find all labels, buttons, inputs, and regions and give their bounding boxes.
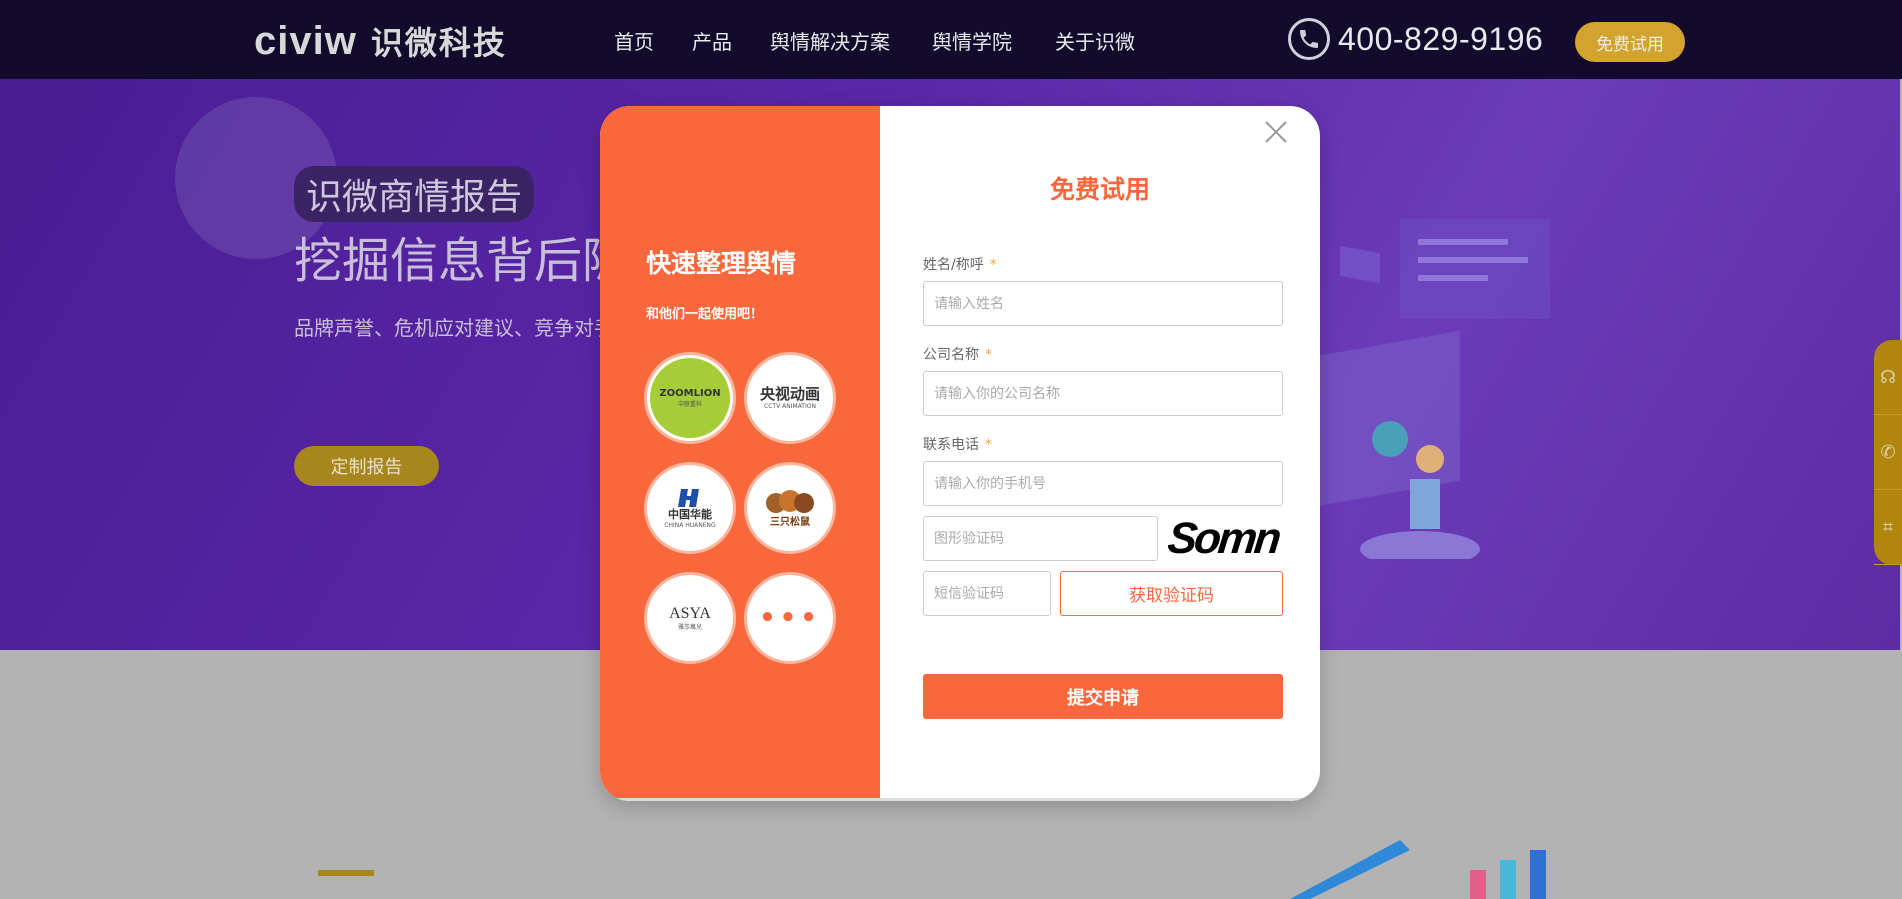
required-asterisk: *: [989, 257, 997, 273]
hero-title: 挖掘信息背后隐: [294, 233, 631, 289]
more-clients-button[interactable]: •••: [744, 572, 836, 664]
client-logo-zoomlion[interactable]: ZOOMLION 中联重科: [644, 352, 736, 444]
sms-code-input[interactable]: [923, 571, 1051, 616]
client-logo-three-squirrels[interactable]: 三只松鼠: [744, 462, 836, 554]
required-asterisk: *: [985, 347, 992, 363]
huaneng-mark-icon: [678, 489, 699, 508]
hotline-number: 400-829-9196: [1338, 20, 1544, 57]
hero-tag: 识微商情报告: [294, 166, 535, 222]
custom-report-button[interactable]: 定制报告: [294, 446, 439, 486]
nav-item-products[interactable]: 产品: [692, 26, 732, 55]
required-asterisk: *: [985, 437, 992, 453]
captcha-image[interactable]: Somn: [1165, 514, 1281, 564]
free-trial-modal: 快速整理舆情 和他们一起使用吧！ ZOOMLION 中联重科 央视动画 CCTV…: [600, 106, 1320, 801]
more-dots-icon: •••: [759, 603, 821, 633]
nav-item-home[interactable]: 首页: [614, 26, 654, 55]
name-input[interactable]: [923, 281, 1283, 326]
phone-icon[interactable]: ✆: [1874, 415, 1902, 490]
squirrels-mark-icon: [766, 489, 814, 513]
form-title: 免费试用: [1049, 175, 1150, 204]
nav-item-academy[interactable]: 舆情学院: [932, 26, 1012, 55]
free-trial-button[interactable]: 免费试用: [1575, 22, 1685, 62]
modal-promo-panel: 快速整理舆情 和他们一起使用吧！ ZOOMLION 中联重科 央视动画 CCTV…: [600, 106, 880, 798]
phone-icon: [1288, 18, 1330, 60]
captcha-text: Somn: [1165, 514, 1281, 563]
company-input[interactable]: [923, 371, 1283, 416]
client-logo-asya[interactable]: ASYA 雅莎萬兒: [644, 572, 736, 664]
promo-subtitle: 和他们一起使用吧！: [646, 307, 764, 322]
trial-form-panel: 免费试用 姓名/称呼* 公司名称* 联系电话* Somn 获取验证码 提交申请: [880, 106, 1320, 801]
lower-illustration: [1290, 840, 1546, 899]
phone-input[interactable]: [923, 461, 1283, 506]
get-sms-code-button[interactable]: 获取验证码: [1060, 571, 1283, 616]
hero-illustration: [1320, 219, 1550, 559]
client-logo-cctv-animation[interactable]: 央视动画 CCTV ANIMATION: [744, 352, 836, 444]
top-navigation-bar: civiw 识微科技 首页 产品 舆情解决方案 舆情学院 关于识微 400-82…: [0, 0, 1902, 79]
modal-divider: [600, 798, 1320, 801]
main-nav: 首页 产品 舆情解决方案 舆情学院 关于识微: [614, 26, 1173, 55]
phone-label: 联系电话 *: [923, 437, 992, 453]
side-float-toolbar: ☊ ✆ ⌗: [1874, 340, 1902, 565]
captcha-input[interactable]: [923, 516, 1158, 561]
gift-icon[interactable]: ⌗: [1874, 490, 1902, 565]
close-icon[interactable]: [1262, 118, 1290, 146]
client-logo-china-huaneng[interactable]: 中国华能 CHINA HUANENG: [644, 462, 736, 554]
site-logo[interactable]: civiw 识微科技: [254, 18, 507, 64]
headset-icon[interactable]: ☊: [1874, 340, 1902, 415]
company-label: 公司名称 *: [923, 347, 992, 363]
nav-item-about[interactable]: 关于识微: [1055, 26, 1135, 55]
logo-chinese-name: 识微科技: [370, 24, 507, 62]
name-label: 姓名/称呼 *: [923, 257, 997, 273]
nav-item-solutions[interactable]: 舆情解决方案: [770, 26, 890, 55]
section-accent-bar: [318, 870, 374, 876]
hotline: 400-829-9196: [1288, 18, 1543, 60]
logo-wordmark: civiw: [254, 18, 357, 63]
hero-description: 品牌声誉、危机应对建议、竞争对手: [294, 316, 614, 340]
promo-title: 快速整理舆情: [646, 249, 797, 278]
submit-button[interactable]: 提交申请: [923, 674, 1283, 719]
